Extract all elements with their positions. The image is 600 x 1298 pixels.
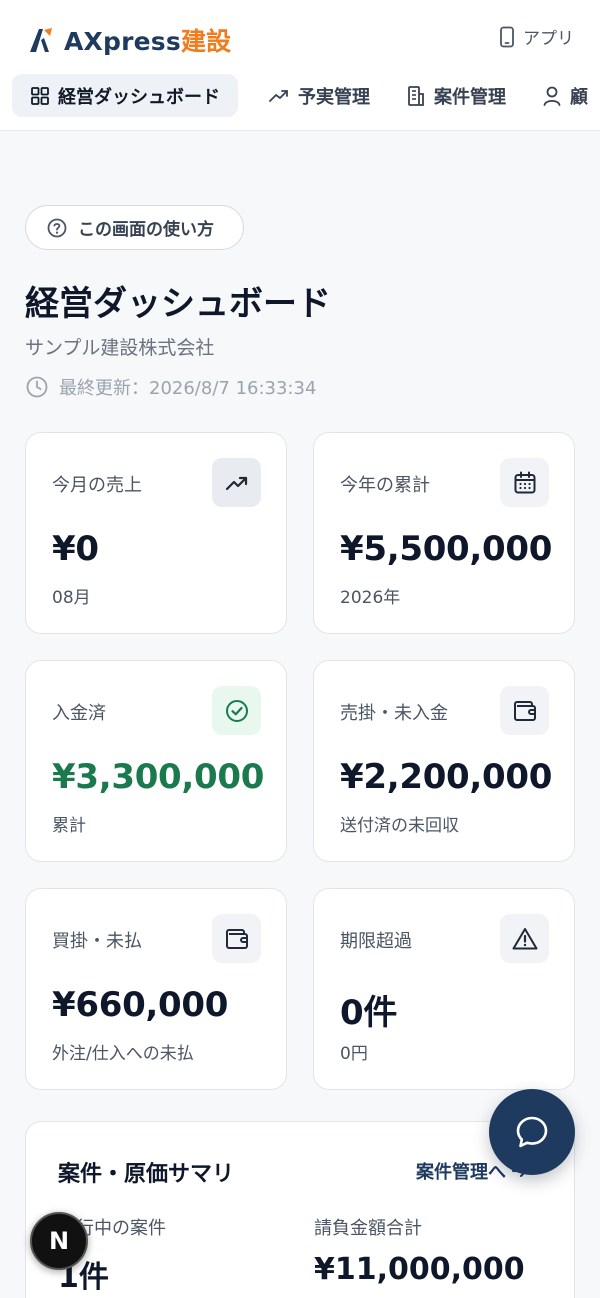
app-link[interactable]: アプリ [499, 24, 574, 49]
chat-button[interactable] [489, 1089, 575, 1175]
trend-up-icon [225, 476, 247, 490]
kpi-sub: 送付済の未回収 [340, 816, 459, 836]
help-button-label: この画面の使い方 [78, 220, 214, 240]
app-link-label: アプリ [523, 29, 574, 49]
trend-up-icon [269, 89, 288, 102]
kpi-icon-box [212, 914, 261, 963]
tab-budget-actual[interactable]: 予実管理 [262, 74, 376, 117]
app-header: AXpress建設 アプリ 経営ダッシュボード 予実管理 案件管理 顧 [0, 0, 600, 131]
main-nav: 経営ダッシュボード 予実管理 案件管理 顧 [12, 74, 594, 117]
warning-icon [512, 927, 537, 949]
kpi-card-received: 入金済 ¥3,300,000 累計 [25, 660, 287, 862]
page-title: 経営ダッシュボード [25, 284, 331, 324]
clock-icon [26, 376, 48, 398]
kpi-sub: 累計 [52, 816, 86, 836]
tab-dashboard-label: 経営ダッシュボード [58, 86, 220, 108]
company-name: サンプル建設株式会社 [25, 337, 215, 359]
kpi-label: 今年の累計 [340, 475, 430, 496]
kpi-icon-box [500, 458, 549, 507]
kpi-value: ¥0 [52, 529, 99, 569]
metric-value-contract-total: ¥11,000,000 [314, 1252, 525, 1287]
check-circle-icon [225, 699, 248, 722]
chat-bubble-icon [516, 1116, 548, 1148]
kpi-label: 売掛・未入金 [340, 703, 448, 724]
summary-title: 案件・原価サマリ [58, 1162, 235, 1187]
kpi-icon-box [500, 686, 549, 735]
user-icon [543, 86, 561, 106]
kpi-value: ¥660,000 [52, 985, 229, 1025]
last-updated-text: 最終更新：2026/8/7 16:33:34 [59, 378, 317, 399]
kpi-value: ¥5,500,000 [340, 529, 553, 569]
tab-dashboard[interactable]: 経営ダッシュボード [12, 74, 238, 117]
kpi-card-overdue: 期限超過 0件 0円 [313, 888, 575, 1090]
kpi-card-receivables: 売掛・未入金 ¥2,200,000 送付済の未回収 [313, 660, 575, 862]
question-circle-icon [47, 218, 67, 237]
kpi-label: 今月の売上 [52, 475, 142, 496]
calendar-icon [514, 471, 535, 493]
kpi-icon-box [212, 686, 261, 735]
wallet-icon [513, 700, 536, 721]
metric-label-contract-total: 請負金額合計 [314, 1218, 422, 1239]
tab-customers[interactable]: 顧 [536, 74, 594, 117]
kpi-sub: 外注/仕入への未払 [52, 1044, 194, 1064]
kpi-sub: 0円 [340, 1044, 368, 1064]
brand-name: AXpress建設 [64, 27, 232, 56]
smartphone-icon [500, 26, 514, 47]
tab-projects-label: 案件管理 [434, 86, 506, 108]
kpi-card-monthly-sales: 今月の売上 ¥0 08月 [25, 432, 287, 634]
kpi-value: ¥2,200,000 [340, 757, 553, 797]
brand-logo-icon [30, 28, 52, 52]
tab-customers-label: 顧 [570, 86, 588, 108]
kpi-icon-box [212, 458, 261, 507]
kpi-label: 買掛・未払 [52, 931, 142, 952]
brand-name-accent: 建設 [180, 27, 232, 56]
grid-icon [31, 86, 49, 105]
kpi-icon-box [500, 914, 549, 963]
kpi-value: ¥3,300,000 [52, 757, 265, 797]
tab-budget-actual-label: 予実管理 [298, 86, 370, 108]
dev-tools-badge[interactable]: N [30, 1212, 88, 1270]
kpi-sub: 2026年 [340, 588, 401, 608]
tab-projects[interactable]: 案件管理 [400, 74, 512, 117]
building-icon [408, 85, 424, 106]
kpi-value: 0件 [340, 993, 398, 1033]
wallet-icon [225, 928, 248, 949]
kpi-label: 入金済 [52, 703, 106, 724]
kpi-card-yearly-total: 今年の累計 ¥5,500,000 2026年 [313, 432, 575, 634]
kpi-card-payables: 買掛・未払 ¥660,000 外注/仕入への未払 [25, 888, 287, 1090]
kpi-label: 期限超過 [340, 931, 412, 952]
help-button[interactable]: この画面の使い方 [25, 205, 244, 250]
kpi-sub: 08月 [52, 588, 91, 608]
last-updated: 最終更新：2026/8/7 16:33:34 [25, 374, 316, 400]
brand-logo[interactable]: AXpress建設 [28, 22, 231, 58]
projects-link-label: 案件管理へ [416, 1162, 506, 1183]
